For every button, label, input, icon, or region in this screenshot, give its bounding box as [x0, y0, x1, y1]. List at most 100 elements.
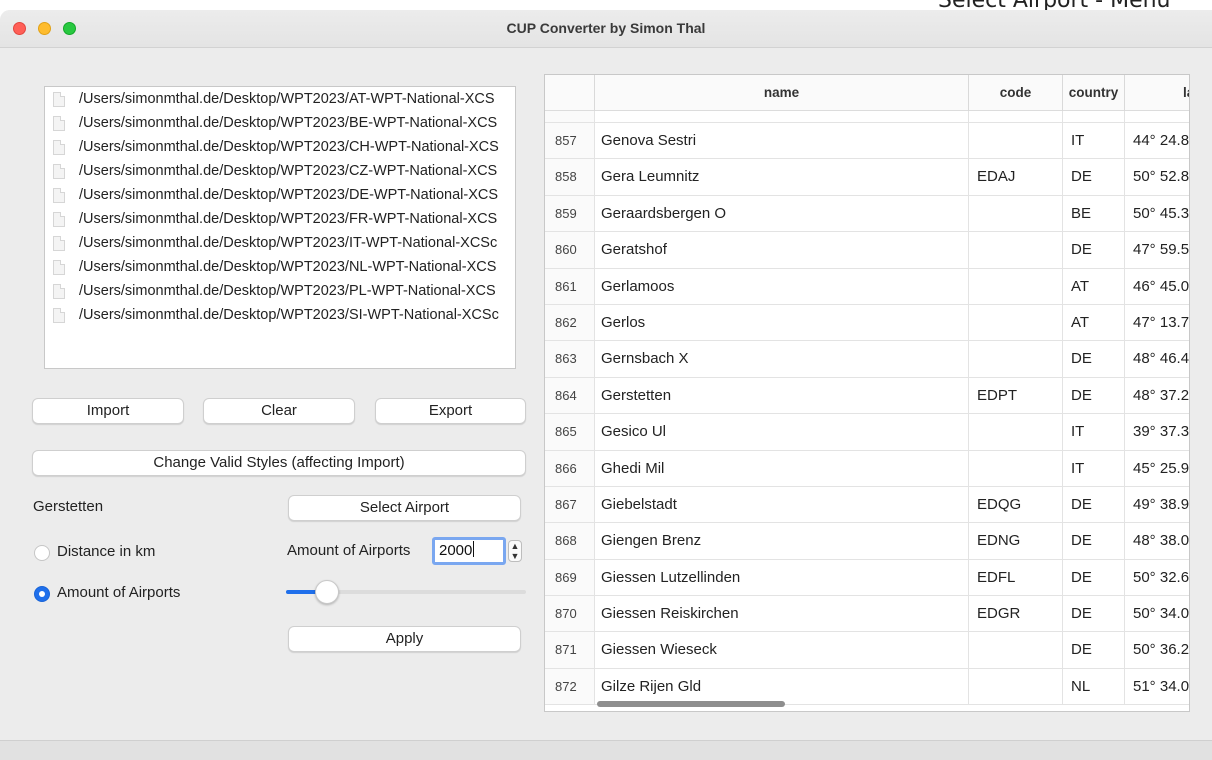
- file-list-item[interactable]: /Users/simonmthal.de/Desktop/WPT2023/FR-…: [45, 207, 515, 231]
- table-row[interactable]: 868 Giengen Brenz EDNG DE 48° 38.0: [545, 523, 1189, 560]
- cell-name: Giessen Reiskirchen: [595, 596, 969, 632]
- distance-radio[interactable]: [34, 545, 50, 561]
- export-button[interactable]: Export: [375, 398, 526, 424]
- cell-name: Genova Sestri: [595, 123, 969, 159]
- cell-lat: 44° 24.8: [1125, 123, 1189, 158]
- file-path: /Users/simonmthal.de/Desktop/WPT2023/DE-…: [79, 187, 499, 203]
- file-icon: [53, 115, 65, 131]
- cell-lat: 45° 25.9: [1125, 451, 1189, 486]
- file-path: /Users/simonmthal.de/Desktop/WPT2023/CZ-…: [79, 163, 498, 179]
- row-index: 865: [545, 414, 595, 450]
- row-index: 871: [545, 632, 595, 668]
- cell-name: Gilze Rijen Gld: [595, 668, 969, 705]
- row-index: 872: [545, 668, 595, 705]
- cell-name: Gerlamoos: [595, 268, 969, 304]
- header-name[interactable]: name: [595, 75, 969, 111]
- file-list-item[interactable]: /Users/simonmthal.de/Desktop/WPT2023/NL-…: [45, 255, 515, 279]
- file-list-item[interactable]: /Users/simonmthal.de/Desktop/WPT2023/IT-…: [45, 231, 515, 255]
- cell-code: [969, 414, 1063, 450]
- cell-country: NL: [1063, 668, 1125, 705]
- table-row[interactable]: 870 Giessen Reiskirchen EDGR DE 50° 34.0: [545, 596, 1189, 633]
- change-valid-styles-button[interactable]: Change Valid Styles (affecting Import): [32, 450, 526, 476]
- file-list-item[interactable]: /Users/simonmthal.de/Desktop/WPT2023/BE-…: [45, 111, 515, 135]
- file-path: /Users/simonmthal.de/Desktop/WPT2023/PL-…: [79, 283, 496, 299]
- cell-country: IT: [1063, 450, 1125, 486]
- airport-table[interactable]: name code country la 857Genova SestriIT4…: [544, 74, 1190, 712]
- file-icon: [53, 139, 65, 155]
- file-icon: [53, 163, 65, 179]
- table-row[interactable]: 866 Ghedi Mil IT 45° 25.9: [545, 450, 1189, 487]
- cell-country: DE: [1063, 486, 1125, 523]
- status-bar: [0, 740, 1212, 760]
- cell-name: Geraardsbergen O: [595, 195, 969, 232]
- table-row[interactable]: 860 Geratshof DE 47° 59.5: [545, 232, 1189, 269]
- table-row[interactable]: 857 Genova Sestri IT 44° 24.8: [545, 123, 1189, 160]
- header-country[interactable]: country: [1063, 75, 1125, 111]
- apply-button[interactable]: Apply: [288, 626, 521, 652]
- stepper-arrows-icon[interactable]: ▲ ▼: [508, 540, 522, 562]
- cell-country: DE: [1063, 232, 1125, 268]
- cell-lat: 48° 46.4: [1125, 341, 1189, 376]
- cell-country: DE: [1063, 377, 1125, 414]
- cell-lat: 39° 37.3: [1125, 414, 1189, 449]
- table-row[interactable]: 867 Giebelstadt EDQG DE 49° 38.9: [545, 486, 1189, 524]
- header-code[interactable]: code: [969, 75, 1063, 111]
- cell-code: [969, 668, 1063, 705]
- cell-lat: 48° 38.0: [1125, 523, 1189, 558]
- table-row[interactable]: 869 Giessen Lutzellinden EDFL DE 50° 32.6: [545, 559, 1189, 597]
- distance-radio-label: Distance in km: [57, 543, 156, 560]
- cell-lat: 51° 34.0: [1125, 669, 1189, 704]
- table-row[interactable]: 871 Giessen Wieseck DE 50° 36.2: [545, 632, 1189, 669]
- table-row[interactable]: 864 Gerstetten EDPT DE 48° 37.2: [545, 377, 1189, 415]
- cell-code: [969, 632, 1063, 668]
- file-list-item[interactable]: /Users/simonmthal.de/Desktop/WPT2023/PL-…: [45, 279, 515, 303]
- file-list-item[interactable]: /Users/simonmthal.de/Desktop/WPT2023/CH-…: [45, 135, 515, 159]
- import-button[interactable]: Import: [32, 398, 184, 424]
- cell-name: Giengen Brenz: [595, 523, 969, 559]
- row-index: 868: [545, 523, 595, 559]
- cell-lat: 47° 59.5: [1125, 232, 1189, 267]
- file-icon: [53, 211, 65, 227]
- cell-code: [969, 450, 1063, 486]
- file-path: /Users/simonmthal.de/Desktop/WPT2023/AT-…: [79, 91, 495, 107]
- table-row[interactable]: 858 Gera Leumnitz EDAJ DE 50° 52.8: [545, 159, 1189, 196]
- title-bar: CUP Converter by Simon Thal: [0, 10, 1212, 48]
- amount-input[interactable]: 2000: [432, 537, 506, 565]
- file-list-item[interactable]: /Users/simonmthal.de/Desktop/WPT2023/DE-…: [45, 183, 515, 207]
- amount-radio[interactable]: [34, 586, 50, 602]
- page-caption: Select Airport - Menu: [938, 0, 1212, 10]
- file-list-item[interactable]: /Users/simonmthal.de/Desktop/WPT2023/SI-…: [45, 303, 515, 327]
- amount-slider-thumb[interactable]: [315, 580, 339, 604]
- file-list-item[interactable]: /Users/simonmthal.de/Desktop/WPT2023/AT-…: [45, 87, 515, 111]
- cell-country: DE: [1063, 632, 1125, 668]
- row-index: 858: [545, 159, 595, 195]
- cell-code: EDFL: [969, 559, 1063, 596]
- table-body: 857 Genova Sestri IT 44° 24.8 858 Gera Leumni…: [545, 111, 1189, 706]
- file-icon: [53, 187, 65, 203]
- table-row[interactable]: 861 Gerlamoos AT 46° 45.0: [545, 268, 1189, 305]
- header-lat[interactable]: la: [1125, 75, 1189, 111]
- cell-lat: 50° 45.3: [1125, 196, 1189, 231]
- horizontal-scrollbar[interactable]: [597, 701, 785, 707]
- cell-code: [969, 232, 1063, 268]
- table-row[interactable]: 859 Geraardsbergen O BE 50° 45.3: [545, 195, 1189, 233]
- row-index: 857: [545, 123, 595, 159]
- file-path: /Users/simonmthal.de/Desktop/WPT2023/SI-…: [79, 307, 499, 323]
- cell-country: AT: [1063, 268, 1125, 304]
- cell-country: DE: [1063, 523, 1125, 559]
- cell-name: Giessen Wieseck: [595, 632, 969, 668]
- file-icon: [53, 259, 65, 275]
- row-index: 869: [545, 559, 595, 596]
- select-airport-button[interactable]: Select Airport: [288, 495, 521, 521]
- row-index: 870: [545, 596, 595, 632]
- table-row[interactable]: 863 Gernsbach X DE 48° 46.4: [545, 341, 1189, 378]
- table-row[interactable]: 872 Gilze Rijen Gld NL 51° 34.0: [545, 668, 1189, 706]
- file-list-item[interactable]: /Users/simonmthal.de/Desktop/WPT2023/CZ-…: [45, 159, 515, 183]
- file-list[interactable]: /Users/simonmthal.de/Desktop/WPT2023/AT-…: [44, 86, 516, 369]
- table-row[interactable]: 865 Gesico Ul IT 39° 37.3: [545, 414, 1189, 451]
- table-row[interactable]: 862 Gerlos AT 47° 13.7: [545, 304, 1189, 342]
- clear-button[interactable]: Clear: [203, 398, 355, 424]
- row-index: 866: [545, 450, 595, 486]
- row-index: 859: [545, 195, 595, 232]
- cell-code: EDAJ: [969, 159, 1063, 195]
